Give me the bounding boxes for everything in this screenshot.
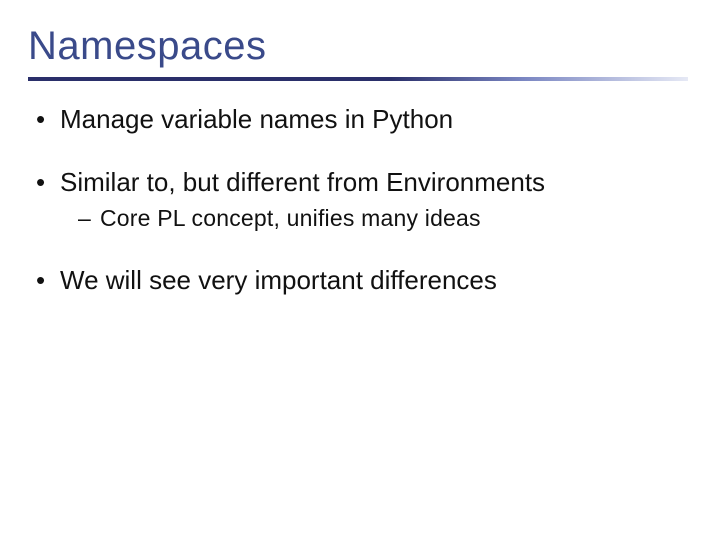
bullet-item: We will see very important differences [34,264,692,297]
bullet-text: We will see very important differences [60,265,497,295]
bullet-item: Similar to, but different from Environme… [34,166,692,234]
bullet-text: Manage variable names in Python [60,104,453,134]
sub-bullet-item: Core PL concept, unifies many ideas [78,204,692,234]
bullet-list: Manage variable names in Python Similar … [28,103,692,296]
title-underline [28,77,688,81]
slide-title: Namespaces [28,24,692,69]
sub-bullet-list: Core PL concept, unifies many ideas [60,204,692,234]
bullet-text: Similar to, but different from Environme… [60,167,545,197]
bullet-item: Manage variable names in Python [34,103,692,136]
slide: Namespaces Manage variable names in Pyth… [0,0,720,540]
sub-bullet-text: Core PL concept, unifies many ideas [100,205,481,231]
